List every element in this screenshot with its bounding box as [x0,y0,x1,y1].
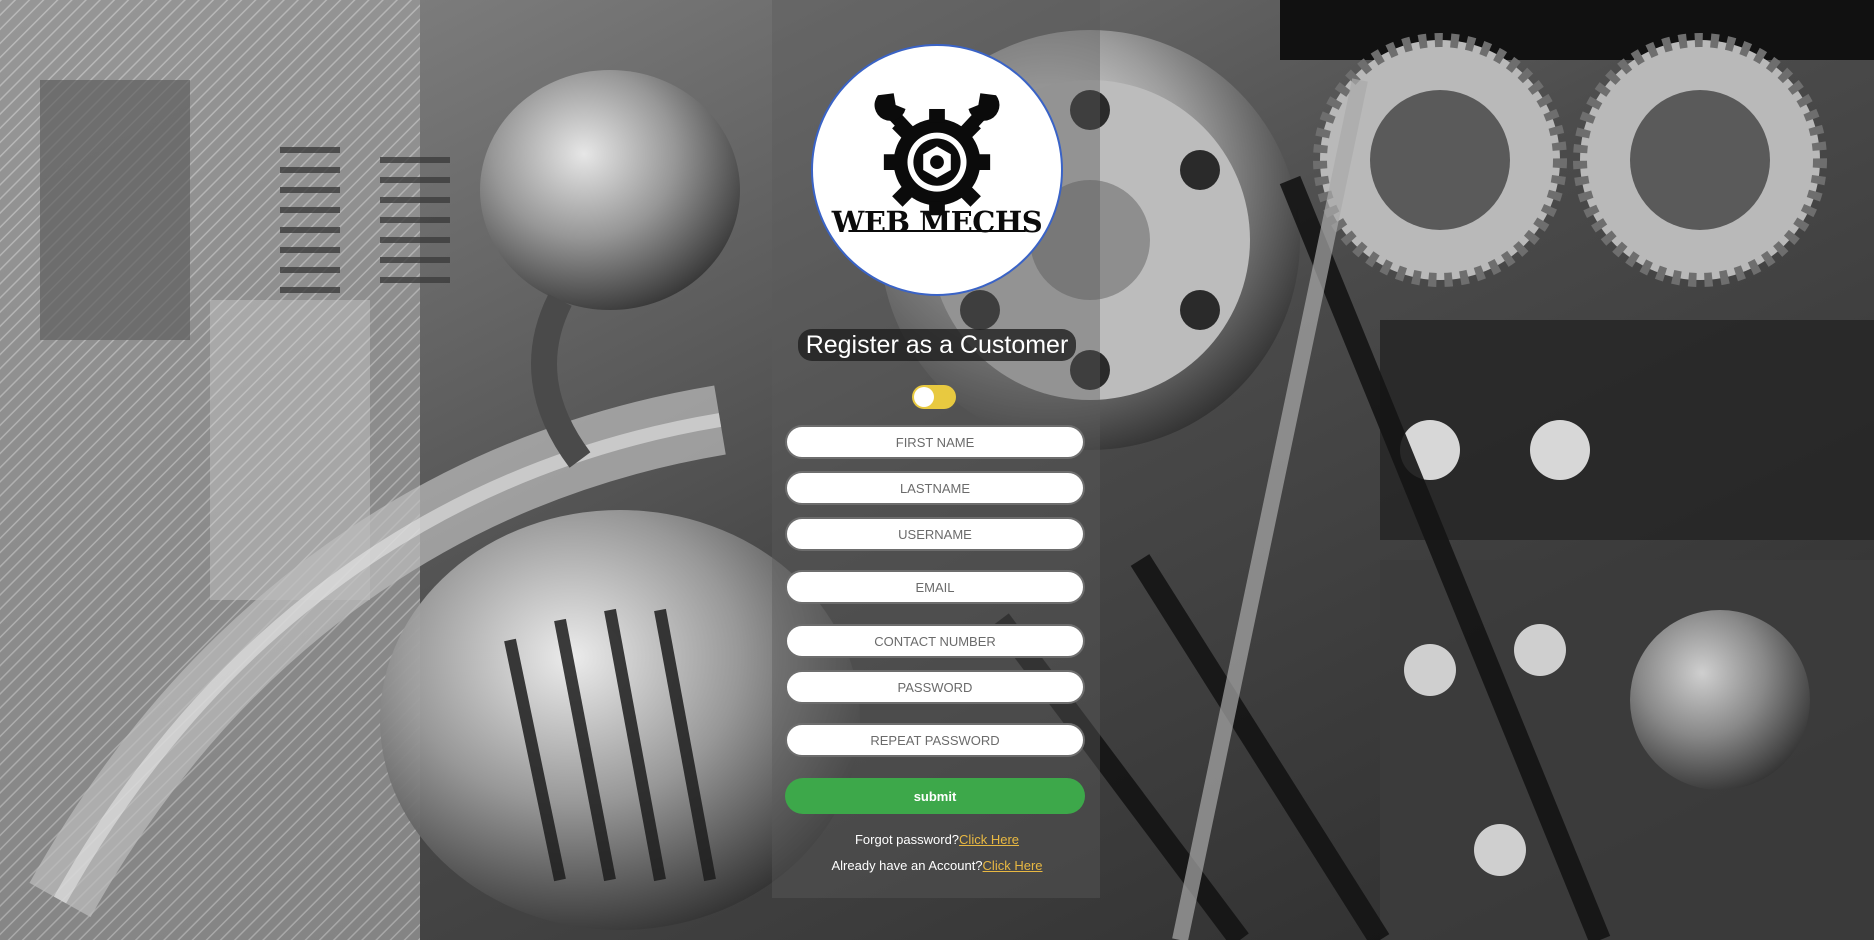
login-link[interactable]: Click Here [983,858,1043,873]
submit-button[interactable]: submit [785,778,1085,814]
forgot-password-prompt: Forgot password? [854,832,960,847]
wrench-gear-icon [848,93,1026,232]
username-input[interactable] [785,517,1085,551]
have-account-prompt: Already have an Account? [831,858,983,873]
brand-logo-text: WEB MECHS [831,205,1043,239]
title-row: Register as a Customer [0,329,1874,361]
brand-logo: WEB MECHS [811,44,1063,296]
have-account-row: Already have an Account?Click Here [0,858,1874,873]
first-name-input[interactable] [785,425,1085,459]
forgot-password-link[interactable]: Click Here [959,832,1019,847]
password-input[interactable] [785,670,1085,704]
repeat-password-input[interactable] [785,723,1085,757]
page-title: Register as a Customer [797,329,1077,361]
email-input[interactable] [785,570,1085,604]
toggle-knob [914,387,934,407]
last-name-input[interactable] [785,471,1085,505]
contact-number-input[interactable] [785,624,1085,658]
forgot-password-row: Forgot password?Click Here [0,832,1874,847]
role-toggle[interactable] [912,385,956,409]
